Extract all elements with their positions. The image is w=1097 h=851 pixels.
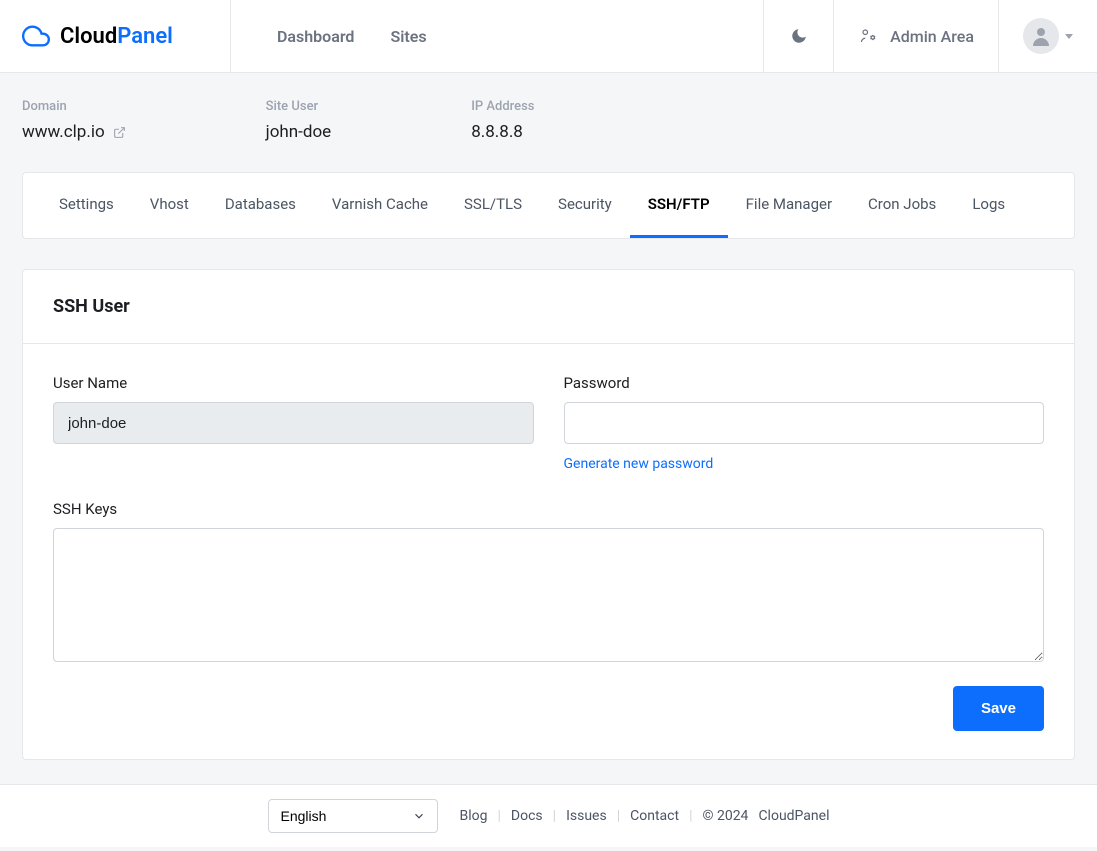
separator: |: [617, 808, 620, 824]
footer-docs[interactable]: Docs: [511, 808, 543, 824]
header-right: Admin Area: [763, 0, 1097, 72]
footer: English Blog | Docs | Issues | Contact |…: [0, 784, 1097, 847]
tab-logs[interactable]: Logs: [954, 173, 1023, 238]
footer-blog[interactable]: Blog: [460, 808, 488, 824]
info-site-user: Site User john-doe: [266, 99, 332, 142]
username-group: User Name: [53, 374, 534, 472]
tab-databases[interactable]: Databases: [207, 173, 314, 238]
site-info-strip: Domain www.clp.io Site User john-doe IP …: [0, 73, 1097, 172]
avatar-icon: [1023, 18, 1059, 54]
username-input: [53, 402, 534, 444]
tab-vhost[interactable]: Vhost: [132, 173, 207, 238]
info-ip: IP Address 8.8.8.8: [471, 99, 534, 142]
card-title: SSH User: [23, 270, 1074, 344]
tab-security[interactable]: Security: [540, 173, 630, 238]
user-menu[interactable]: [998, 0, 1097, 72]
theme-toggle[interactable]: [763, 0, 833, 72]
nav-sites[interactable]: Sites: [390, 27, 426, 46]
footer-copyright: © 2024: [702, 808, 748, 824]
tab-settings[interactable]: Settings: [23, 173, 132, 238]
tab-ssl[interactable]: SSL/TLS: [446, 173, 540, 238]
info-domain: Domain www.clp.io: [22, 99, 126, 142]
sshkeys-group: SSH Keys: [53, 500, 1044, 662]
separator: |: [689, 808, 692, 824]
nav-main: Dashboard Sites: [230, 0, 763, 72]
card-body: User Name Password Generate new password…: [23, 344, 1074, 759]
tab-varnish[interactable]: Varnish Cache: [314, 173, 446, 238]
external-link-icon[interactable]: [113, 126, 126, 139]
logo[interactable]: CloudPanel: [0, 0, 230, 72]
info-domain-value[interactable]: www.clp.io: [22, 122, 105, 142]
chevron-down-icon: [1065, 34, 1073, 39]
password-group: Password Generate new password: [564, 374, 1045, 472]
tab-cron[interactable]: Cron Jobs: [850, 173, 954, 238]
password-label: Password: [564, 374, 1045, 392]
site-tabs: Settings Vhost Databases Varnish Cache S…: [22, 172, 1075, 239]
separator: |: [553, 808, 556, 824]
language-select-wrap: English: [268, 799, 438, 833]
info-domain-label: Domain: [22, 99, 126, 114]
separator: |: [497, 808, 500, 824]
logo-text-2: Panel: [117, 24, 173, 49]
info-site-user-value: john-doe: [266, 122, 332, 142]
password-input[interactable]: [564, 402, 1045, 444]
username-label: User Name: [53, 374, 534, 392]
info-site-user-label: Site User: [266, 99, 332, 114]
users-gear-icon: [858, 27, 880, 45]
moon-icon: [790, 27, 808, 45]
tab-sshftp[interactable]: SSH/FTP: [630, 173, 728, 238]
generate-password-link[interactable]: Generate new password: [564, 456, 1045, 472]
tab-filemanager[interactable]: File Manager: [728, 173, 850, 238]
save-button[interactable]: Save: [953, 686, 1044, 731]
ssh-user-card: SSH User User Name Password Generate new…: [22, 269, 1075, 760]
sshkeys-textarea[interactable]: [53, 528, 1044, 662]
header: CloudPanel Dashboard Sites Admin Area: [0, 0, 1097, 73]
footer-contact[interactable]: Contact: [630, 808, 679, 824]
info-ip-label: IP Address: [471, 99, 534, 114]
logo-text-1: Cloud: [60, 24, 117, 49]
sshkeys-label: SSH Keys: [53, 500, 1044, 518]
admin-area-label: Admin Area: [890, 27, 974, 46]
info-ip-value: 8.8.8.8: [471, 122, 534, 142]
footer-brand: CloudPanel: [758, 808, 829, 824]
footer-issues[interactable]: Issues: [566, 808, 607, 824]
cloud-icon: [22, 22, 50, 50]
admin-area-link[interactable]: Admin Area: [833, 0, 998, 72]
footer-links: Blog | Docs | Issues | Contact | © 2024 …: [460, 808, 830, 824]
language-select[interactable]: English: [268, 799, 438, 833]
nav-dashboard[interactable]: Dashboard: [277, 27, 354, 46]
